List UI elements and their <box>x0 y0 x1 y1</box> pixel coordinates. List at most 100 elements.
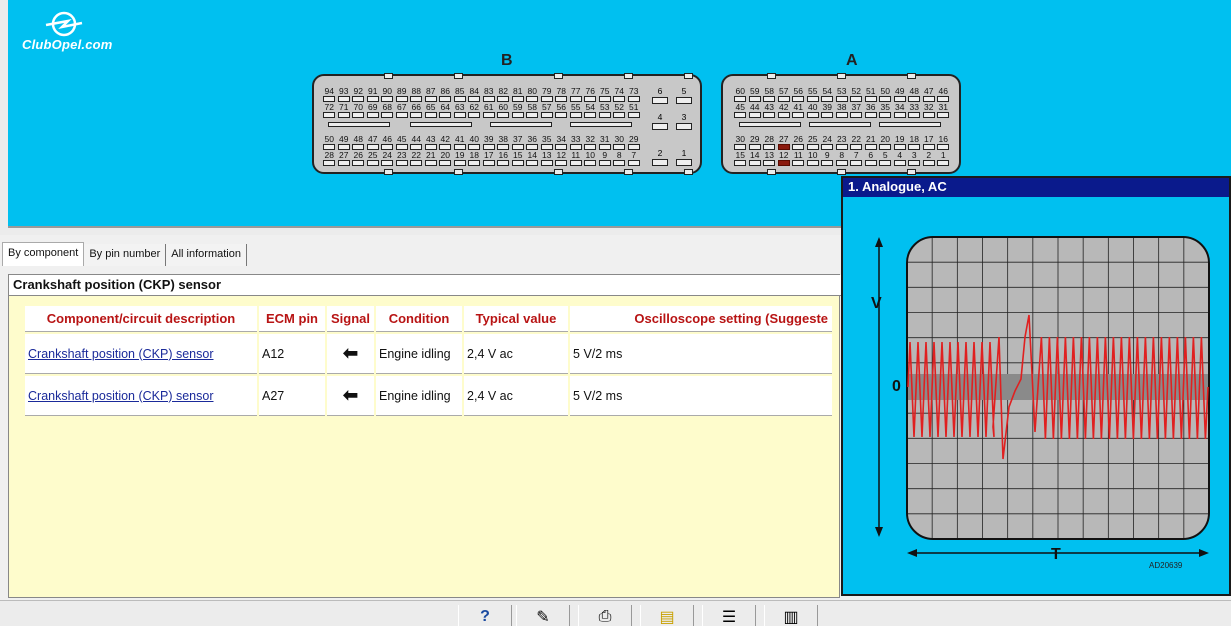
notes-button[interactable]: ☰ <box>702 605 756 626</box>
pin-58: 58 <box>525 102 540 118</box>
header-ecm-pin: ECM pin <box>259 306 325 332</box>
pin-19: 19 <box>453 150 468 166</box>
pin-41: 41 <box>791 102 806 118</box>
folder-icon: ▤ <box>659 609 675 626</box>
book-button[interactable]: ▥ <box>764 605 818 626</box>
pin-30: 30 <box>612 134 627 150</box>
tab-by-component[interactable]: By component <box>2 242 85 266</box>
pin-40: 40 <box>806 102 821 118</box>
component-link[interactable]: Crankshaft position (CKP) sensor <box>25 376 257 416</box>
pin-9: 9 <box>598 150 613 166</box>
pin-37: 37 <box>849 102 864 118</box>
component-link[interactable]: Crankshaft position (CKP) sensor <box>25 334 257 374</box>
header-condition: Condition <box>376 306 463 332</box>
print-icon: ⎙ <box>598 608 612 625</box>
tab-all-information[interactable]: All information <box>166 244 247 266</box>
zero-label: 0 <box>892 378 901 395</box>
pin-28: 28 <box>762 134 777 150</box>
pin-56: 56 <box>554 102 569 118</box>
pin-35: 35 <box>540 134 555 150</box>
edit-button[interactable]: ✎ <box>516 605 570 626</box>
pin-94: 94 <box>322 86 337 102</box>
pin-57: 57 <box>777 86 792 102</box>
pin-60: 60 <box>496 102 511 118</box>
pin-22: 22 <box>409 150 424 166</box>
pin-92: 92 <box>351 86 366 102</box>
oscilloscope-panel: 1. Analogue, AC V 0 T AD20639 <box>841 176 1231 596</box>
pin-10: 10 <box>806 150 821 166</box>
condition-cell: Engine idling <box>376 334 463 374</box>
x-axis-label: T <box>1051 546 1061 563</box>
table-row: Crankshaft position (CKP) sensor A27 ⬅ E… <box>25 376 833 416</box>
pin-14: 14 <box>525 150 540 166</box>
bottom-toolbar: ? ✎ ⎙ ▤ ☰ ▥ <box>0 600 1231 626</box>
print-button[interactable]: ⎙ <box>578 605 632 626</box>
pin-48: 48 <box>351 134 366 150</box>
pin-17: 17 <box>922 134 937 150</box>
pin-43: 43 <box>762 102 777 118</box>
typical-value-cell: 2,4 V ac <box>464 376 569 416</box>
pin-47: 47 <box>922 86 937 102</box>
connector-a-pin-row-3: 30 29 28 27 26 25 24 23 22 21 20 19 18 17 16 <box>733 134 951 150</box>
pin-46: 46 <box>380 134 395 150</box>
pin-48: 48 <box>907 86 922 102</box>
pin-93: 93 <box>337 86 352 102</box>
pin-37: 37 <box>511 134 526 150</box>
pin-77: 77 <box>569 86 584 102</box>
pin-42: 42 <box>777 102 792 118</box>
pin-78: 78 <box>554 86 569 102</box>
tab-by-pin-number[interactable]: By pin number <box>84 244 167 266</box>
connector-a-pin-row-2: 45 44 43 42 41 40 39 38 37 36 35 34 33 32 31 <box>733 102 951 118</box>
pin-88: 88 <box>409 86 424 102</box>
book-icon: ▥ <box>783 609 799 626</box>
pin-7: 7 <box>849 150 864 166</box>
connector-b-pin-row-3: 50 49 48 47 46 45 44 43 42 41 40 39 38 37 36 35 34 33 32 31… <box>322 134 641 150</box>
pin-11: 11 <box>569 150 584 166</box>
pin-45: 45 <box>733 102 748 118</box>
pin-81: 81 <box>511 86 526 102</box>
pin-45: 45 <box>395 134 410 150</box>
pin-8: 8 <box>835 150 850 166</box>
pin-data-table: Component/circuit description ECM pin Si… <box>23 304 835 418</box>
connector-b-pin-1: 1 <box>676 148 692 166</box>
pin-33: 33 <box>907 102 922 118</box>
pin-35: 35 <box>878 102 893 118</box>
pin-34: 34 <box>893 102 908 118</box>
pin-28: 28 <box>322 150 337 166</box>
y-axis-arrow-down-icon <box>875 527 883 537</box>
pin-15: 15 <box>733 150 748 166</box>
pin-26: 26 <box>351 150 366 166</box>
pin-21: 21 <box>424 150 439 166</box>
figure-reference: AD20639 <box>1149 561 1183 570</box>
component-panel: Crankshaft position (CKP) sensor Compone… <box>8 274 841 598</box>
pin-87: 87 <box>424 86 439 102</box>
pin-36: 36 <box>525 134 540 150</box>
pin-76: 76 <box>583 86 598 102</box>
pin-52: 52 <box>849 86 864 102</box>
pin-22: 22 <box>849 134 864 150</box>
pin-18: 18 <box>907 134 922 150</box>
pin-17: 17 <box>482 150 497 166</box>
pin-16: 16 <box>496 150 511 166</box>
connector-b-pin-row-2: 72 71 70 69 68 67 66 65 64 63 62 61 60 59 58 57 56 55 54 53… <box>322 102 641 118</box>
pin-49: 49 <box>893 86 908 102</box>
notes-icon: ☰ <box>721 609 737 626</box>
pin-50: 50 <box>878 86 893 102</box>
folder-button[interactable]: ▤ <box>640 605 694 626</box>
pin-55: 55 <box>569 102 584 118</box>
help-button[interactable]: ? <box>458 605 512 626</box>
opel-logo-icon <box>45 11 83 37</box>
header-oscilloscope-setting: Oscilloscope setting (Suggeste <box>570 306 833 332</box>
table-row: Crankshaft position (CKP) sensor A12 ⬅ E… <box>25 334 833 374</box>
pin-13: 13 <box>540 150 555 166</box>
pin-58: 58 <box>762 86 777 102</box>
pin-65: 65 <box>424 102 439 118</box>
pin-36: 36 <box>864 102 879 118</box>
pin-69: 69 <box>366 102 381 118</box>
pin-52: 52 <box>612 102 627 118</box>
connector-b-label: B <box>501 52 513 69</box>
pin-39: 39 <box>482 134 497 150</box>
pin-42: 42 <box>438 134 453 150</box>
pin-54: 54 <box>583 102 598 118</box>
pin-12: 12 <box>777 150 792 166</box>
